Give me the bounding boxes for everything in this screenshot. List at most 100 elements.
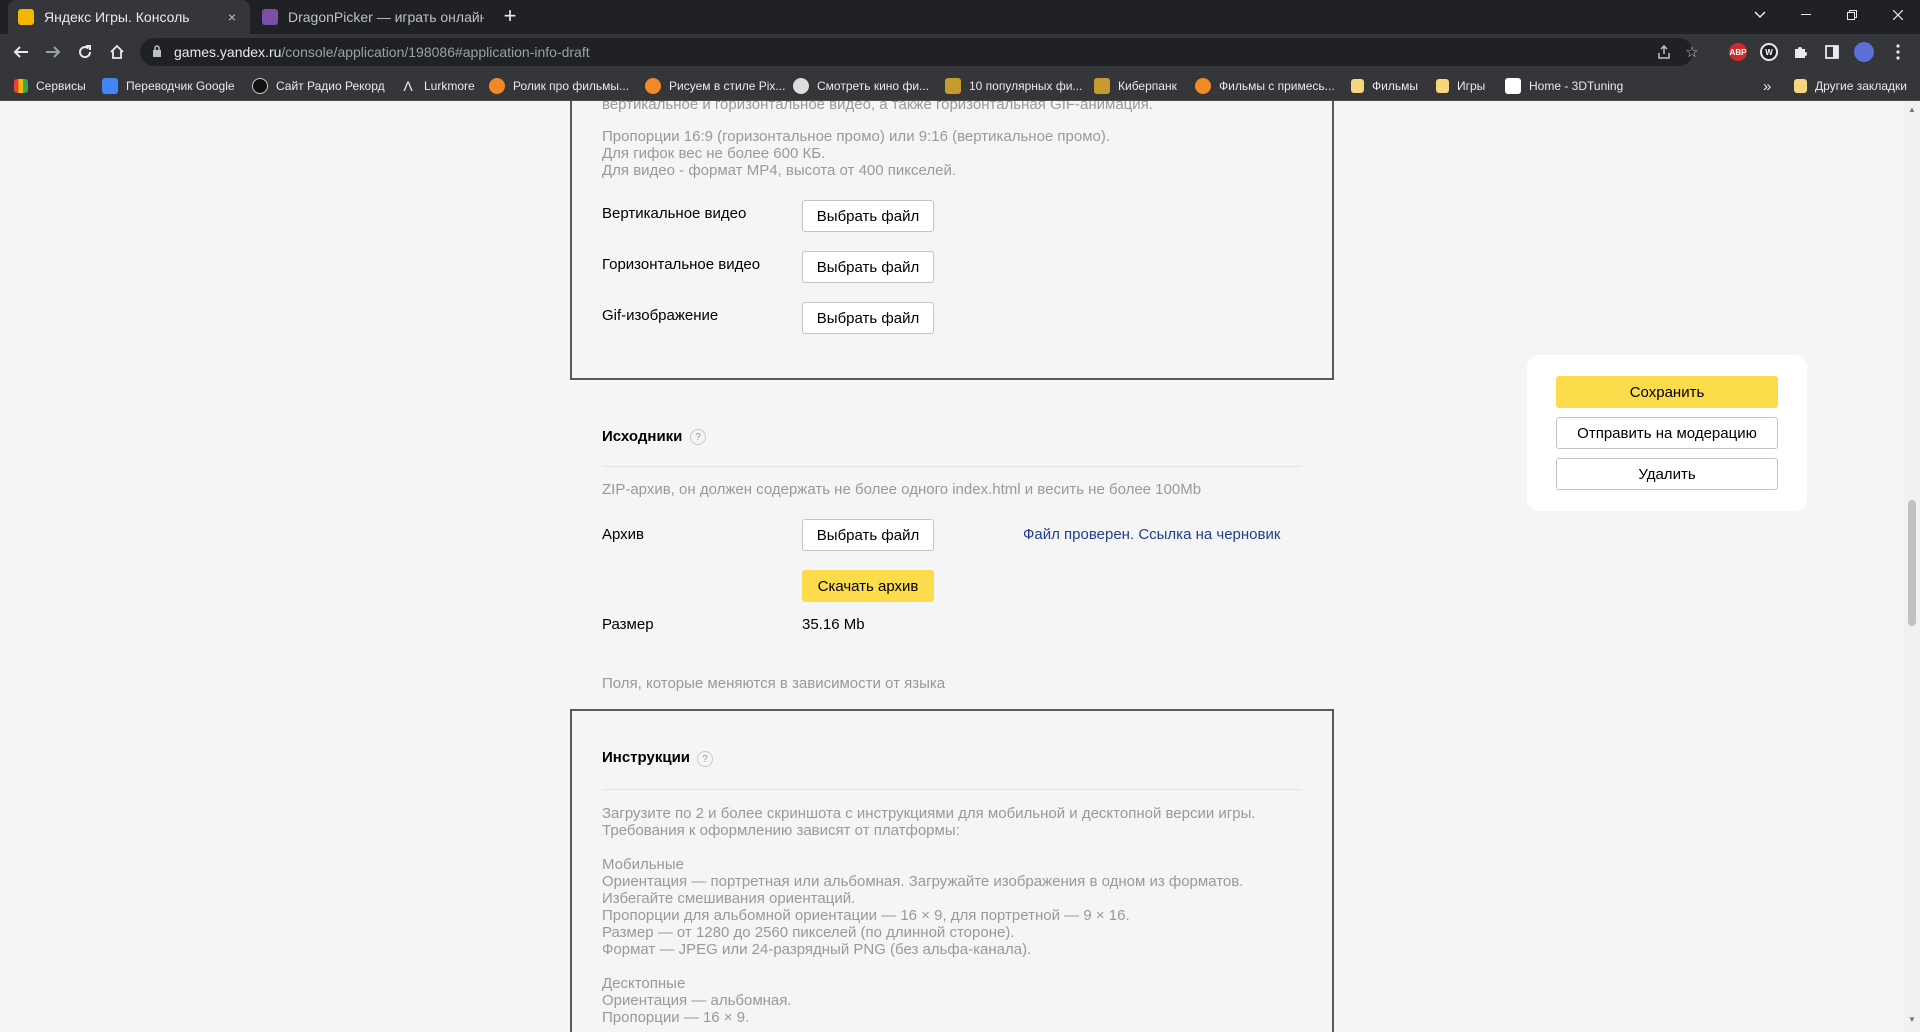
instructions-title: Инструкции [602,749,691,766]
tab-dragonpicker[interactable]: DragonPicker — играть онлайн [252,0,494,34]
bookmark-label: Смотреть кино фи... [817,79,930,93]
bookmark-label: Сервисы [36,79,86,93]
box-icon [1094,78,1110,94]
folder-icon [1794,79,1807,93]
browser-toolbar: games.yandex.ru/console/application/1980… [0,34,1920,70]
bookmarks-overflow-chevron-icon[interactable]: » [1763,77,1771,95]
promo-cut-line: вертикальное и горизонтальное видео, а т… [602,101,1153,113]
minimize-icon[interactable] [1783,0,1829,30]
bookmark-watch-movies[interactable]: Смотреть кино фи... [793,77,929,95]
sources-title: Исходники [602,428,683,445]
bookmark-folder-films[interactable]: Фильмы [1351,77,1418,95]
extension-w-icon[interactable]: W [1760,43,1778,61]
bookmark-folder-games[interactable]: Игры [1436,77,1485,95]
share-icon[interactable] [1655,44,1673,62]
size-label: Размер [602,616,654,633]
gif-choose-file-button[interactable]: Выбрать файл [802,302,934,334]
bookmark-label: Игры [1457,79,1486,93]
instructions-intro-1: Загрузите по 2 и более скриншота с инстр… [602,805,1256,822]
bookmark-movies-video[interactable]: Ролик про фильмы... [489,77,629,95]
instructions-intro-2: Требования к оформлению зависят от платф… [602,822,960,839]
bookmark-label: Ролик про фильмы... [513,79,630,93]
reload-icon[interactable] [72,39,98,65]
vertical-video-label: Вертикальное видео [602,205,747,222]
download-archive-button[interactable]: Скачать архив [802,570,934,602]
bookmark-top10[interactable]: 10 популярных фи... [945,77,1082,95]
bookmark-label: Другие закладки [1815,79,1907,93]
mobile-req-1: Ориентация — портретная или альбомная. З… [602,873,1244,890]
kebab-menu-icon[interactable] [1885,39,1911,65]
archive-label: Архив [602,526,645,543]
bookmark-3dtuning[interactable]: Home - 3DTuning [1505,77,1623,95]
sources-help-icon[interactable]: ? [690,429,706,445]
folder-icon [1351,79,1364,93]
actions-card: Сохранить Отправить на модерацию Удалить [1527,355,1807,511]
horizontal-video-label: Горизонтальное видео [602,256,761,273]
lurkmore-icon: Λ [403,78,413,94]
3dtuning-icon [1505,78,1521,94]
bookmark-services[interactable]: Сервисы [14,77,86,95]
apps-grid-icon [14,79,28,93]
archive-status-text: Файл проверен. [1023,526,1135,543]
tab-search-icon[interactable] [1737,0,1783,30]
browser-tab-strip: Яндекс Игры. Консоль × DragonPicker — иг… [0,0,1920,34]
star-bookmark-icon[interactable]: ☆ [1683,44,1701,62]
page-scrollbar[interactable]: ▲ ▼ [1904,101,1920,1032]
forward-arrow-icon[interactable] [40,39,66,65]
google-translate-icon [102,78,118,94]
language-fields-note: Поля, которые меняются в зависимости от … [602,675,946,692]
bookmark-other[interactable]: Другие закладки [1794,77,1907,95]
bookmark-label: Фильмы [1372,79,1418,93]
bookmark-label: Сайт Радио Рекорд [276,79,385,93]
new-tab-button[interactable]: + [498,5,522,29]
side-panel-icon[interactable] [1819,39,1845,65]
scroll-down-arrow-icon[interactable]: ▼ [1908,1015,1916,1024]
delete-button[interactable]: Удалить [1556,458,1778,490]
close-window-icon[interactable] [1875,0,1920,30]
bookmark-films-mix[interactable]: Фильмы с примесь... [1195,77,1335,95]
scrollbar-thumb[interactable] [1908,500,1916,626]
instructions-divider [602,789,1302,790]
sources-description: ZIP-архив, он должен содержать не более … [602,481,1202,498]
desktop-heading: Десктопные [602,975,686,992]
extensions-puzzle-icon[interactable] [1787,39,1813,65]
sources-divider [602,466,1302,467]
send-to-moderation-button[interactable]: Отправить на модерацию [1556,417,1778,449]
url-path: /console/application/198086#application-… [281,44,590,60]
bookmark-label: Фильмы с примесь... [1219,79,1335,93]
pikabu-icon [489,78,505,94]
scroll-up-arrow-icon[interactable]: ▲ [1908,105,1916,114]
folder-icon [1436,79,1449,93]
tab-yandex-console[interactable]: Яндекс Игры. Консоль × [8,0,250,34]
profile-avatar[interactable] [1851,39,1877,65]
save-button[interactable]: Сохранить [1556,376,1778,408]
bookmark-google-translate[interactable]: Переводчик Google [102,77,235,95]
mobile-req-5: Формат — JPEG или 24-разрядный PNG (без … [602,941,1032,958]
promo-req-gif: Для гифок вес не более 600 КБ. [602,145,826,162]
draft-link[interactable]: Ссылка на черновик [1138,526,1280,543]
gif-label: Gif-изображение [602,307,719,324]
archive-choose-file-button[interactable]: Выбрать файл [802,519,934,551]
vertical-video-choose-file-button[interactable]: Выбрать файл [802,200,934,232]
mobile-heading: Мобильные [602,856,684,873]
bookmark-cyberpunk[interactable]: Киберпанк [1094,77,1177,95]
close-tab-icon[interactable]: × [224,9,240,25]
pikabu-icon [1195,78,1211,94]
mobile-req-2: Избегайте смешивания ориентаций. [602,890,856,907]
promo-req-ratio: Пропорции 16:9 (горизонтальное промо) ил… [602,128,1111,145]
page-content: вертикальное и горизонтальное видео, а т… [0,101,1920,1032]
instructions-help-icon[interactable]: ? [697,751,713,767]
bookmark-radio-record[interactable]: Сайт Радио Рекорд [252,77,385,95]
bookmark-pixel-style[interactable]: Рисуем в стиле Pix... [645,77,785,95]
desktop-req-2: Пропорции — 16 × 9. [602,1009,750,1026]
restore-icon[interactable] [1829,0,1875,30]
back-arrow-icon[interactable] [8,39,34,65]
home-icon[interactable] [104,39,130,65]
adblock-plus-icon[interactable]: ABP [1729,43,1747,61]
bookmark-lurkmore[interactable]: Λ Lurkmore [400,77,474,95]
horizontal-video-choose-file-button[interactable]: Выбрать файл [802,251,934,283]
tab-title: Яндекс Игры. Консоль [44,9,190,25]
size-value: 35.16 Mb [802,616,865,633]
dragon-favicon-icon [262,9,278,25]
address-bar[interactable]: games.yandex.ru/console/application/1980… [140,38,1699,66]
